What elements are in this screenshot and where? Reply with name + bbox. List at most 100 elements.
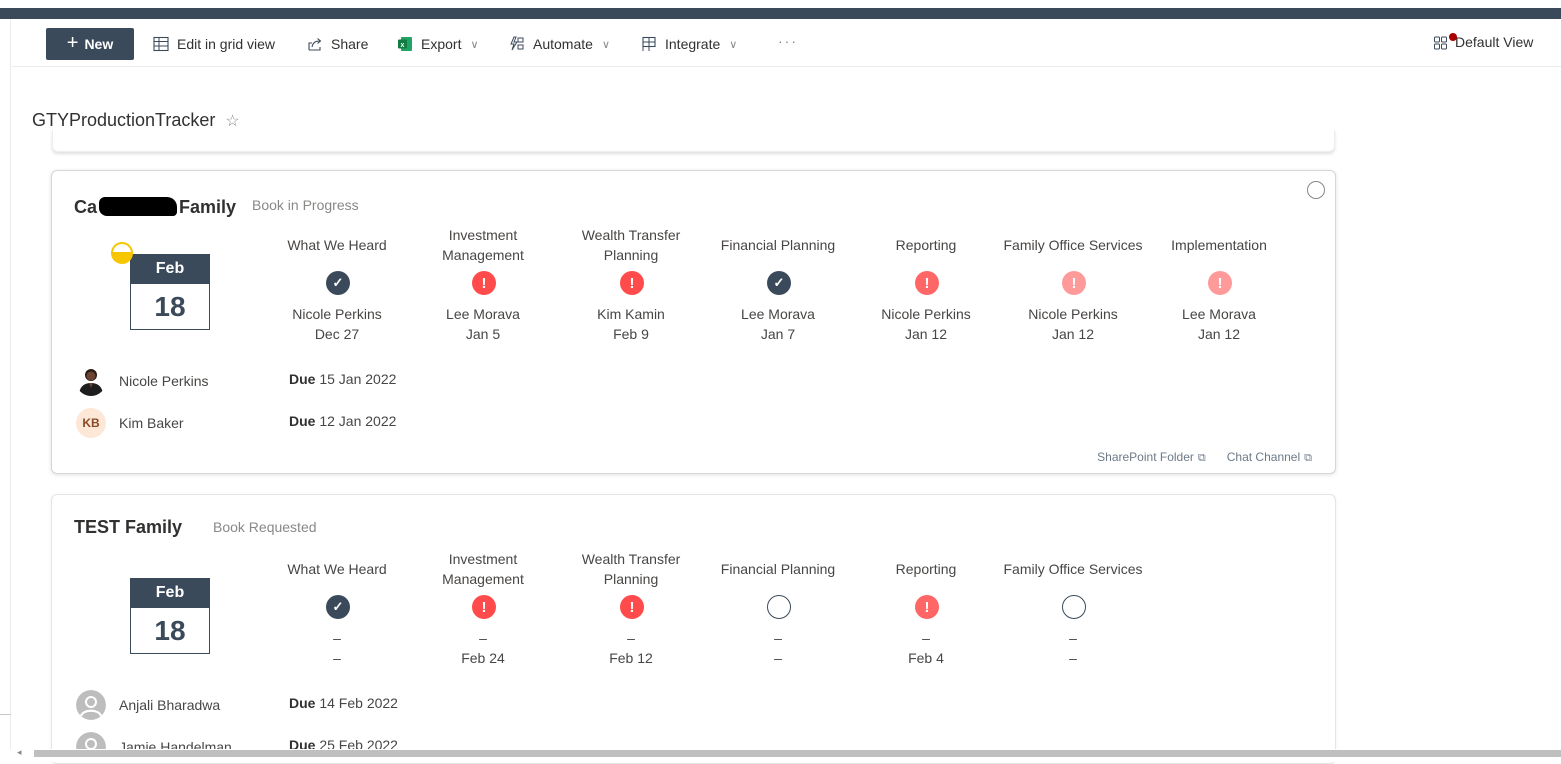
family-card[interactable]: TEST Family Book Requested Feb 18 What W… bbox=[51, 494, 1336, 764]
card-links: SharePoint Folder ⧉ Chat Channel ⧉ bbox=[1097, 450, 1312, 465]
assignee-row: Anjali Bharadwa bbox=[76, 690, 220, 720]
automate-label: Automate bbox=[533, 36, 593, 52]
chevron-down-icon: ∨ bbox=[729, 38, 738, 51]
stage-owner: Lee Morava bbox=[1182, 306, 1256, 322]
stage-name: Family Office Services bbox=[1003, 237, 1143, 253]
stage-owner: – bbox=[333, 630, 341, 646]
suite-header-bar bbox=[0, 8, 1561, 19]
assignee-name: Nicole Perkins bbox=[119, 373, 209, 389]
plus-icon: + bbox=[66, 32, 79, 54]
sharepoint-folder-link[interactable]: SharePoint Folder ⧉ bbox=[1097, 450, 1206, 465]
share-label: Share bbox=[331, 36, 369, 52]
checkmark-circle-icon[interactable]: ✓ bbox=[326, 595, 350, 619]
chat-channel-link[interactable]: Chat Channel ⧉ bbox=[1227, 450, 1312, 465]
alert-circle-icon[interactable]: ! bbox=[915, 595, 939, 619]
card-title-suffix: Family bbox=[179, 197, 237, 217]
alert-circle-icon[interactable]: ! bbox=[620, 271, 644, 295]
card-title: Ca Family bbox=[74, 194, 236, 218]
due-label: Due bbox=[289, 371, 316, 387]
external-link-icon: ⧉ bbox=[1197, 452, 1206, 464]
card-status: Book in Progress bbox=[252, 197, 359, 213]
redaction-mark bbox=[99, 197, 178, 216]
calendar-day: 18 bbox=[130, 608, 210, 654]
stage-date: Dec 27 bbox=[314, 326, 360, 342]
alert-circle-icon[interactable]: ! bbox=[1208, 271, 1232, 295]
grid-icon bbox=[152, 35, 170, 53]
due-date-calendar: Feb 18 bbox=[111, 242, 210, 330]
alert-circle-icon[interactable]: ! bbox=[620, 595, 644, 619]
due-label: Due bbox=[289, 413, 316, 429]
view-switcher[interactable]: Default View bbox=[1433, 33, 1533, 51]
alert-circle-icon[interactable]: ! bbox=[1062, 271, 1086, 295]
stage-name: Wealth Transfer Planning bbox=[581, 227, 681, 263]
stage-date: Jan 12 bbox=[1197, 326, 1241, 342]
top-strip bbox=[0, 0, 1561, 8]
stage-date: – bbox=[333, 650, 341, 666]
avatar-initials: KB bbox=[76, 408, 106, 438]
alert-circle-icon[interactable]: ! bbox=[915, 271, 939, 295]
external-link-icon: ⧉ bbox=[1304, 452, 1312, 464]
view-grid-icon bbox=[1433, 33, 1457, 51]
calendar-month: Feb bbox=[130, 578, 210, 608]
card-title-prefix: Ca bbox=[74, 197, 98, 217]
assignee-name: Kim Baker bbox=[119, 415, 184, 431]
stage-owner: – bbox=[774, 630, 782, 646]
avatar-photo bbox=[76, 366, 106, 396]
stage-name: Reporting bbox=[895, 561, 957, 577]
stage-name: Financial Planning bbox=[720, 561, 836, 577]
due-date-value: 15 Jan 2022 bbox=[319, 371, 397, 387]
stage-owner: Nicole Perkins bbox=[292, 306, 382, 322]
alert-circle-icon[interactable]: ! bbox=[472, 595, 496, 619]
scrollbar-thumb[interactable] bbox=[34, 750, 1561, 757]
stage-name: Implementation bbox=[1171, 237, 1267, 253]
stage-date: Jan 5 bbox=[465, 326, 501, 342]
scroll-left-icon[interactable]: ◂ bbox=[17, 747, 22, 758]
automate-button[interactable]: Automate ∨ bbox=[508, 33, 610, 55]
default-avatar-icon bbox=[76, 690, 106, 720]
svg-text:x: x bbox=[401, 42, 405, 49]
edit-grid-view-label: Edit in grid view bbox=[177, 36, 276, 52]
stage-owner: Kim Kamin bbox=[597, 306, 665, 322]
checkmark-circle-icon[interactable]: ✓ bbox=[767, 271, 791, 295]
stage-date: Jan 12 bbox=[904, 326, 948, 342]
new-label: New bbox=[84, 36, 114, 52]
new-button[interactable]: + New bbox=[46, 28, 134, 60]
due-date-calendar: Feb 18 bbox=[130, 578, 210, 654]
card-status: Book Requested bbox=[213, 519, 317, 535]
stage-date: Jan 7 bbox=[760, 326, 796, 342]
stage-date: – bbox=[774, 650, 782, 666]
family-card[interactable]: Ca Family Book in Progress Feb 18 What W… bbox=[51, 170, 1336, 474]
stage-date: Feb 4 bbox=[908, 650, 944, 666]
horizontal-scrollbar[interactable]: ◂ bbox=[11, 747, 1561, 762]
command-bar: + New Edit in grid view Share x Export ∨… bbox=[12, 19, 1561, 67]
card-title: TEST Family bbox=[74, 517, 182, 538]
stage-owner: – bbox=[1069, 630, 1077, 646]
more-options-button[interactable]: ··· bbox=[778, 33, 798, 49]
share-button[interactable]: Share bbox=[306, 33, 368, 55]
left-nav-edge bbox=[0, 19, 11, 749]
select-card-checkbox[interactable] bbox=[1307, 181, 1325, 199]
alert-circle-icon[interactable]: ! bbox=[472, 271, 496, 295]
star-outline-icon[interactable]: ☆ bbox=[225, 111, 239, 131]
due-date: Due 15 Jan 2022 bbox=[289, 371, 396, 387]
empty-circle-icon[interactable] bbox=[1062, 595, 1086, 619]
stage-owner: Lee Morava bbox=[741, 306, 815, 322]
due-date-value: 12 Jan 2022 bbox=[319, 413, 397, 429]
assignee-row: Nicole Perkins bbox=[76, 366, 208, 396]
edit-grid-view-button[interactable]: Edit in grid view bbox=[152, 33, 275, 55]
integrate-label: Integrate bbox=[665, 36, 721, 52]
due-date: Due 14 Feb 2022 bbox=[289, 695, 398, 711]
export-button[interactable]: x Export ∨ bbox=[396, 33, 479, 55]
assignee-name: Anjali Bharadwa bbox=[119, 697, 221, 713]
stage-name: Investment Management bbox=[442, 227, 524, 263]
integrate-button[interactable]: Integrate ∨ bbox=[640, 33, 737, 55]
empty-circle-icon[interactable] bbox=[767, 595, 791, 619]
stage-name: Reporting bbox=[895, 237, 957, 253]
stage-owner: Nicole Perkins bbox=[1028, 306, 1118, 322]
previous-card-edge bbox=[52, 130, 1335, 152]
view-label: Default View bbox=[1455, 34, 1534, 50]
integrate-icon bbox=[640, 35, 658, 53]
stage-owner: – bbox=[479, 630, 487, 646]
chevron-down-icon: ∨ bbox=[470, 38, 479, 51]
checkmark-circle-icon[interactable]: ✓ bbox=[326, 271, 350, 295]
